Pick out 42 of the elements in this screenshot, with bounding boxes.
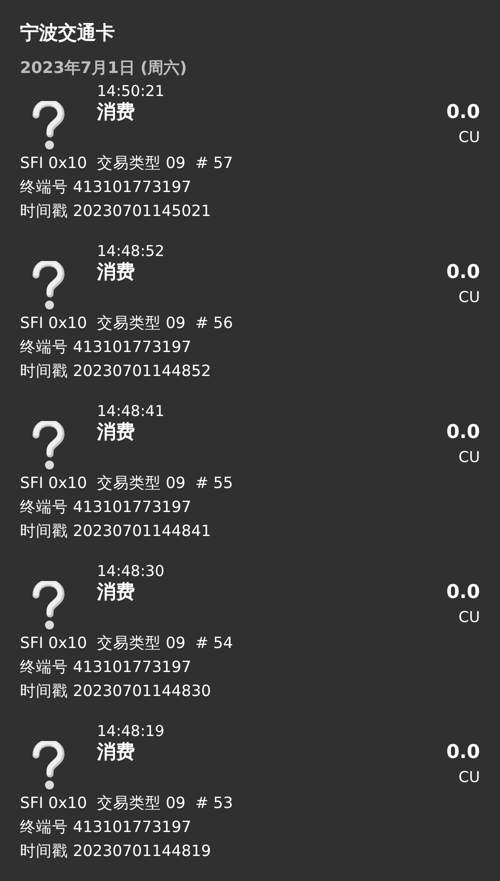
currency-label: CU <box>458 127 480 147</box>
currency-label: CU <box>458 767 480 787</box>
transaction-type: 消费 <box>97 741 136 763</box>
transaction-type: 消费 <box>97 581 136 603</box>
transaction-detail: 终端号 413101773197 <box>20 657 192 678</box>
transaction-detail: SFI 0x10 交易类型 09 # 53 <box>20 793 234 814</box>
transaction-detail: 时间戳 20230701144841 <box>20 521 212 542</box>
transaction-amount: 0.0 <box>446 421 480 443</box>
currency-label: CU <box>458 287 480 307</box>
transaction-time: 14:48:19 <box>97 721 166 741</box>
transaction-detail: 时间戳 20230701144819 <box>20 841 212 862</box>
transaction-type: 消费 <box>97 261 136 283</box>
transaction-detail: 终端号 413101773197 <box>20 817 192 838</box>
transaction-time: 14:48:52 <box>97 241 166 261</box>
transaction-time: 14:50:21 <box>97 81 166 101</box>
transaction-detail: SFI 0x10 交易类型 09 # 57 <box>20 153 234 174</box>
transaction-amount: 0.0 <box>446 741 480 763</box>
transaction-time: 14:48:30 <box>97 561 166 581</box>
transaction-detail: 终端号 413101773197 <box>20 177 192 198</box>
transaction-amount: 0.0 <box>446 101 480 123</box>
card-title: 宁波交通卡 <box>20 21 116 46</box>
date-header: 2023年7月1日 (周六) <box>20 57 188 79</box>
currency-label: CU <box>458 607 480 627</box>
question-mark-icon <box>30 261 66 311</box>
transaction-detail: 时间戳 20230701145021 <box>20 201 212 222</box>
transaction-detail: 终端号 413101773197 <box>20 337 192 358</box>
transaction-type: 消费 <box>97 101 136 123</box>
question-mark-icon <box>30 581 66 631</box>
transaction-type: 消费 <box>97 421 136 443</box>
transaction-detail: SFI 0x10 交易类型 09 # 56 <box>20 313 234 334</box>
transaction-detail: 时间戳 20230701144830 <box>20 681 212 702</box>
question-mark-icon <box>30 741 66 791</box>
transaction-amount: 0.0 <box>446 581 480 603</box>
transaction-detail: 时间戳 20230701144852 <box>20 361 212 382</box>
transaction-detail: SFI 0x10 交易类型 09 # 54 <box>20 633 234 654</box>
question-mark-icon <box>30 421 66 471</box>
transaction-time: 14:48:41 <box>97 401 166 421</box>
currency-label: CU <box>458 447 480 467</box>
question-mark-icon <box>30 101 66 151</box>
transaction-detail: 终端号 413101773197 <box>20 497 192 518</box>
transaction-detail: SFI 0x10 交易类型 09 # 55 <box>20 473 234 494</box>
transaction-amount: 0.0 <box>446 261 480 283</box>
